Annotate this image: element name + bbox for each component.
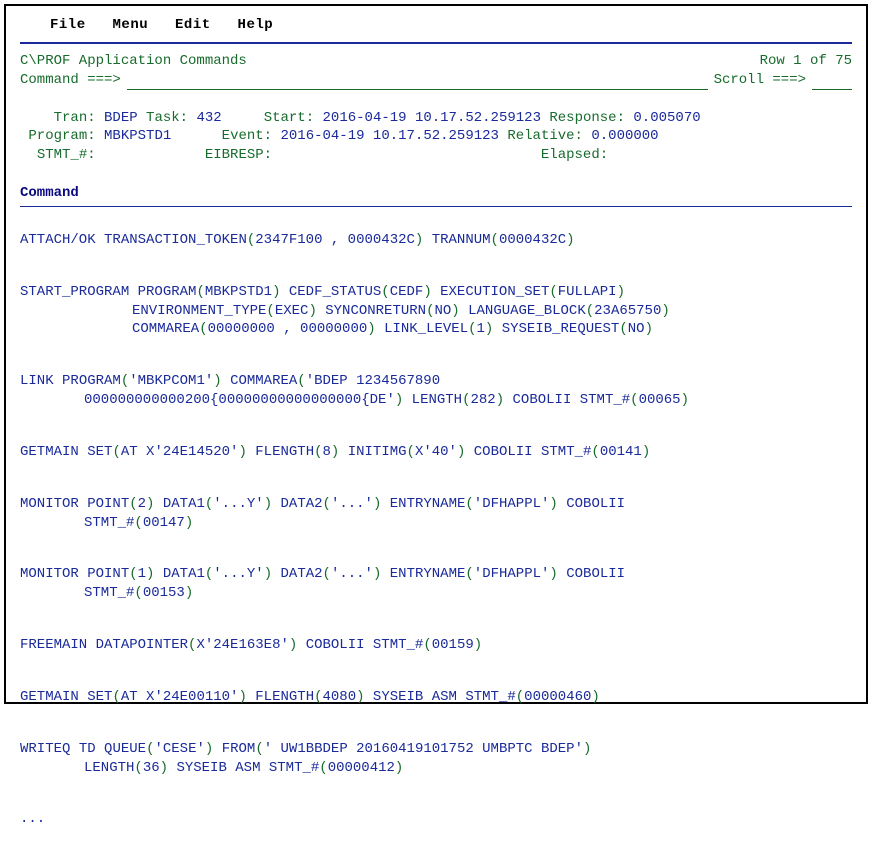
menu-menu[interactable]: Menu [113, 17, 149, 33]
info-row-2: Program: MBKPSTD1 Event: 2016-04-19 10.1… [20, 127, 852, 146]
cmd-getmain-2: GETMAIN SET(AT X'24E00110') FLENGTH(4080… [20, 688, 852, 707]
cmd-attach: ATTACH/OK TRANSACTION_TOKEN(2347F100 , 0… [20, 231, 852, 250]
cmd-writeq: WRITEQ TD QUEUE('CESE') FROM(' UW1BBDEP … [20, 740, 852, 778]
scroll-input[interactable] [812, 74, 852, 90]
info-row-1: Tran: BDEP Task: 432 Start: 2016-04-19 1… [20, 109, 852, 128]
row-info: Row 1 of 75 [760, 52, 852, 71]
section-heading: Command [20, 184, 852, 203]
command-label: Command ===> [20, 71, 121, 90]
terminal-window: File Menu Edit Help C\PROF Application C… [4, 4, 868, 704]
cmd-link: LINK PROGRAM('MBKPCOM1') COMMAREA('BDEP … [20, 372, 852, 410]
cmd-monitor-2: MONITOR POINT(1) DATA1('...Y') DATA2('..… [20, 565, 852, 603]
cmd-getmain-1: GETMAIN SET(AT X'24E14520') FLENGTH(8) I… [20, 443, 852, 462]
command-list: ATTACH/OK TRANSACTION_TOKEN(2347F100 , 0… [20, 212, 852, 867]
cmd-freemain: FREEMAIN DATAPOINTER(X'24E163E8') COBOLI… [20, 636, 852, 655]
command-input[interactable] [127, 74, 708, 90]
cmd-start-program: START_PROGRAM PROGRAM(MBKPSTD1) CEDF_STA… [20, 283, 852, 340]
menu-file[interactable]: File [50, 17, 86, 33]
page-title: C\PROF Application Commands [20, 52, 247, 71]
ellipsis: ... [20, 810, 852, 829]
menu-help[interactable]: Help [238, 17, 274, 33]
scroll-label: Scroll ===> [714, 71, 806, 90]
info-row-3: STMT_#: EIBRESP: Elapsed: [20, 146, 852, 165]
menu-edit[interactable]: Edit [175, 17, 211, 33]
cmd-monitor-1: MONITOR POINT(2) DATA1('...Y') DATA2('..… [20, 495, 852, 533]
menubar: File Menu Edit Help [20, 14, 852, 39]
divider [20, 206, 852, 207]
divider [20, 42, 852, 44]
